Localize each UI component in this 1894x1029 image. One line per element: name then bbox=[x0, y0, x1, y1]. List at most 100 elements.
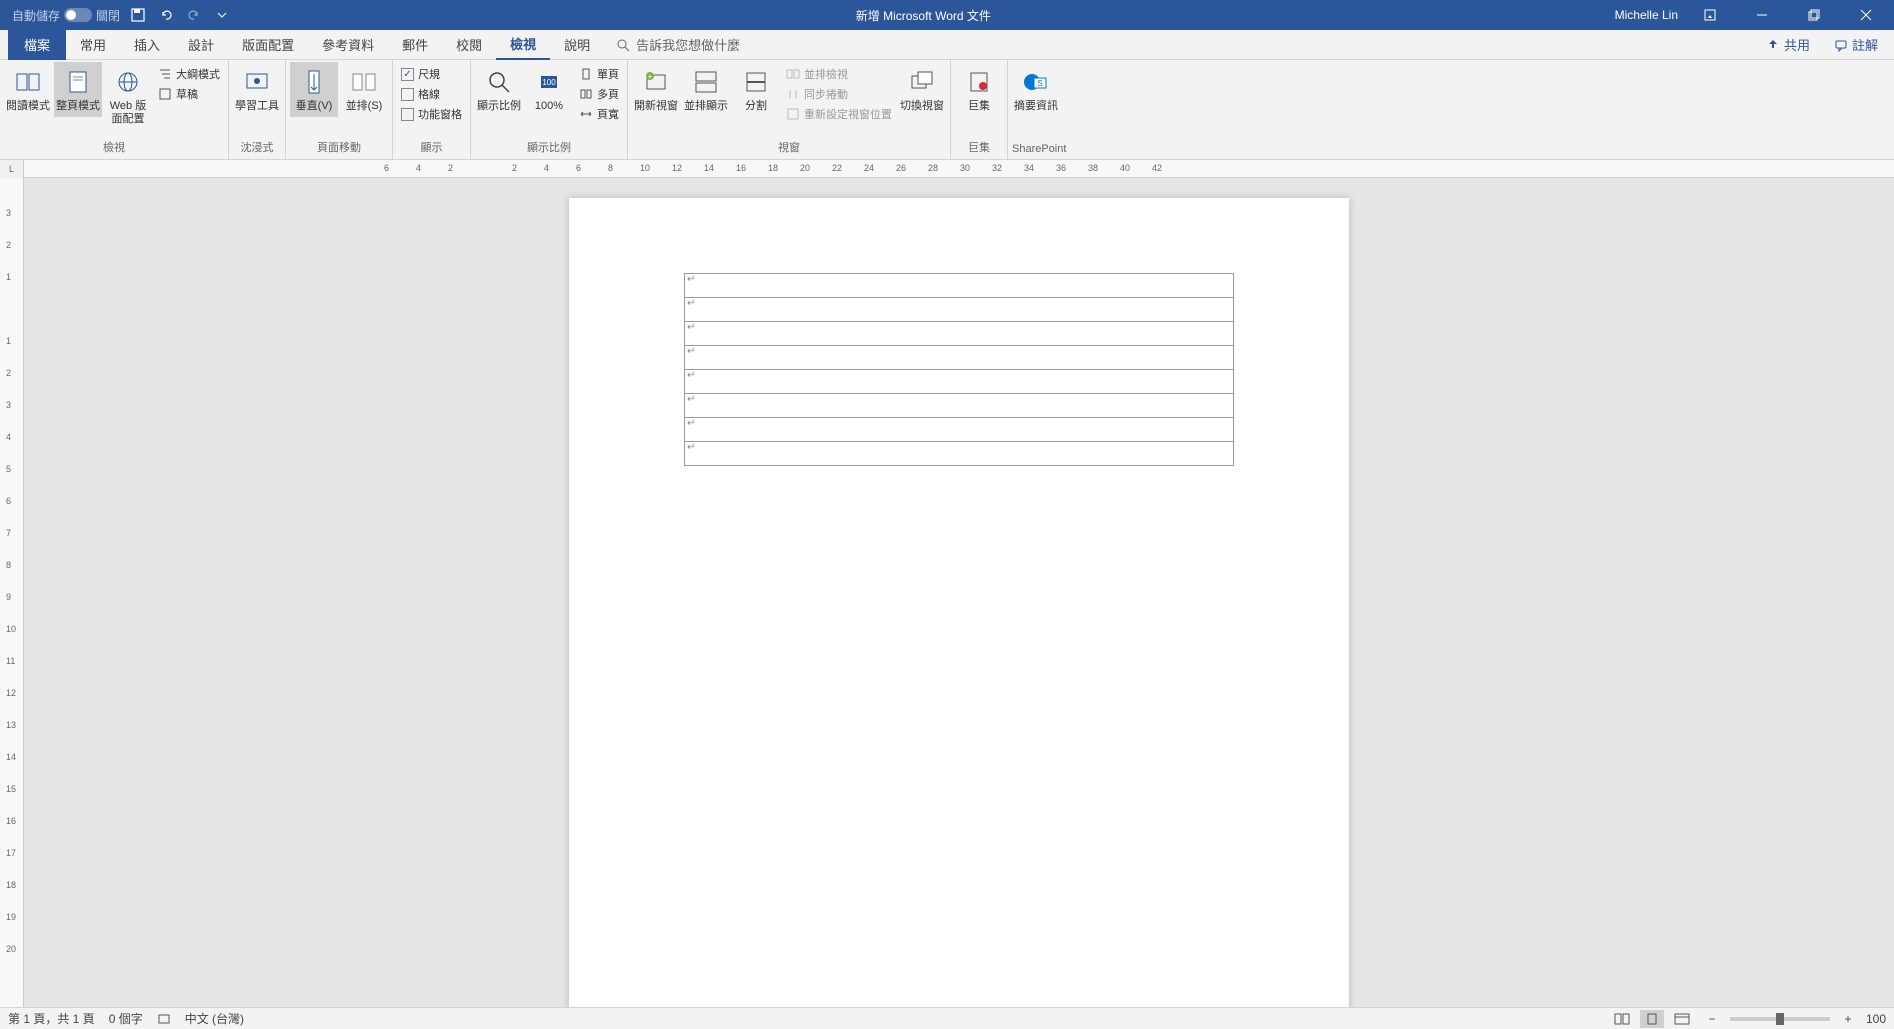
learning-tools-icon bbox=[241, 66, 273, 98]
ruler-tick: 36 bbox=[1056, 163, 1066, 173]
table-row[interactable]: ↵ bbox=[685, 274, 1234, 298]
arrange-all-button[interactable]: 並排顯示 bbox=[682, 62, 730, 117]
tab-help[interactable]: 說明 bbox=[550, 30, 604, 60]
multi-page-button[interactable]: 多頁 bbox=[579, 86, 619, 102]
ruler-corner[interactable]: L bbox=[0, 160, 24, 178]
document-table[interactable]: ↵↵↵↵↵↵↵↵ bbox=[684, 273, 1234, 466]
tab-review[interactable]: 校閱 bbox=[442, 30, 496, 60]
ribbon-options-icon[interactable] bbox=[1690, 0, 1730, 30]
redo-icon[interactable] bbox=[184, 5, 204, 25]
print-layout-view-button[interactable] bbox=[1640, 1010, 1664, 1028]
tab-references[interactable]: 參考資料 bbox=[308, 30, 388, 60]
table-row[interactable]: ↵ bbox=[685, 346, 1234, 370]
tab-layout[interactable]: 版面配置 bbox=[228, 30, 308, 60]
zoom-button[interactable]: 顯示比例 bbox=[475, 62, 523, 117]
read-mode-button[interactable]: 閱讀模式 bbox=[4, 62, 52, 117]
sync-scroll-button[interactable]: 同步捲動 bbox=[786, 86, 892, 102]
new-window-button[interactable]: + 開新視窗 bbox=[632, 62, 680, 117]
table-row[interactable]: ↵ bbox=[685, 418, 1234, 442]
print-layout-button[interactable]: 整頁模式 bbox=[54, 62, 102, 117]
table-row[interactable]: ↵ bbox=[685, 298, 1234, 322]
autosave-state: 關閉 bbox=[96, 7, 120, 24]
tab-mailings[interactable]: 郵件 bbox=[388, 30, 442, 60]
table-cell[interactable]: ↵ bbox=[685, 274, 1234, 298]
comment-icon bbox=[1834, 38, 1848, 52]
user-name[interactable]: Michelle Lin bbox=[1615, 8, 1678, 22]
zoom-thumb[interactable] bbox=[1776, 1013, 1784, 1025]
ruler-tick: 11 bbox=[6, 656, 15, 666]
ruler-checkbox[interactable]: 尺規 bbox=[401, 66, 462, 82]
ruler-horizontal[interactable]: L 64224681012141618202224262830323436384… bbox=[0, 160, 1894, 178]
checkbox-icon bbox=[401, 108, 414, 121]
group-page-movement: 垂直(V) 並排(S) 頁面移動 bbox=[286, 60, 393, 159]
qat-customize-icon[interactable] bbox=[212, 5, 232, 25]
properties-button[interactable]: S 摘要資訊 bbox=[1012, 62, 1060, 117]
tab-design[interactable]: 設計 bbox=[174, 30, 228, 60]
table-row[interactable]: ↵ bbox=[685, 322, 1234, 346]
ruler-tick: 8 bbox=[608, 163, 613, 173]
share-button[interactable]: 共用 bbox=[1758, 31, 1818, 58]
save-icon[interactable] bbox=[128, 5, 148, 25]
zoom-out-button[interactable]: − bbox=[1700, 1010, 1724, 1028]
table-row[interactable]: ↵ bbox=[685, 370, 1234, 394]
web-layout-view-button[interactable] bbox=[1670, 1010, 1694, 1028]
ruler-tick: 16 bbox=[736, 163, 746, 173]
tab-insert[interactable]: 插入 bbox=[120, 30, 174, 60]
gridlines-checkbox[interactable]: 格線 bbox=[401, 86, 462, 102]
document-canvas[interactable]: ↵↵↵↵↵↵↵↵ bbox=[24, 178, 1894, 1029]
undo-icon[interactable] bbox=[156, 5, 176, 25]
close-button[interactable] bbox=[1846, 0, 1886, 30]
page-count[interactable]: 第 1 頁，共 1 頁 bbox=[8, 1010, 95, 1027]
autosave-toggle[interactable]: 自動儲存 關閉 bbox=[12, 7, 120, 24]
side-by-side-button[interactable]: 並排檢視 bbox=[786, 66, 892, 82]
split-button[interactable]: 分割 bbox=[732, 62, 780, 117]
word-count[interactable]: 0 個字 bbox=[109, 1010, 143, 1027]
table-row[interactable]: ↵ bbox=[685, 394, 1234, 418]
minimize-button[interactable] bbox=[1742, 0, 1782, 30]
navigation-pane-checkbox[interactable]: 功能窗格 bbox=[401, 106, 462, 122]
web-layout-button[interactable]: Web 版面配置 bbox=[104, 62, 152, 130]
language-status[interactable]: 中文 (台灣) bbox=[185, 1010, 244, 1027]
hundred-percent-button[interactable]: 100 100% bbox=[525, 62, 573, 117]
vertical-button[interactable]: 垂直(V) bbox=[290, 62, 338, 117]
ruler-vertical[interactable]: 3211234567891011121314151617181920 bbox=[0, 178, 24, 1029]
one-page-button[interactable]: 單頁 bbox=[579, 66, 619, 82]
zoom-slider[interactable] bbox=[1730, 1017, 1830, 1021]
ruler-tick: 40 bbox=[1120, 163, 1130, 173]
spellcheck-icon[interactable] bbox=[157, 1012, 171, 1026]
zoom-in-button[interactable]: + bbox=[1836, 1010, 1860, 1028]
ruler-tick: 19 bbox=[6, 912, 16, 922]
tell-me-search[interactable]: 告訴我您想做什麼 bbox=[616, 35, 740, 54]
read-mode-view-button[interactable] bbox=[1610, 1010, 1634, 1028]
macros-button[interactable]: 巨集 bbox=[955, 62, 1003, 117]
one-page-icon bbox=[579, 67, 593, 81]
group-label-page-movement: 頁面移動 bbox=[290, 137, 388, 157]
maximize-button[interactable] bbox=[1794, 0, 1834, 30]
table-cell[interactable]: ↵ bbox=[685, 370, 1234, 394]
learning-tools-button[interactable]: 學習工具 bbox=[233, 62, 281, 117]
tab-view[interactable]: 檢視 bbox=[496, 30, 550, 60]
group-sharepoint: S 摘要資訊 SharePoint bbox=[1008, 60, 1070, 159]
reset-position-button[interactable]: 重新設定視窗位置 bbox=[786, 106, 892, 122]
table-cell[interactable]: ↵ bbox=[685, 418, 1234, 442]
tab-home[interactable]: 常用 bbox=[66, 30, 120, 60]
draft-button[interactable]: 草稿 bbox=[158, 86, 220, 102]
table-cell[interactable]: ↵ bbox=[685, 322, 1234, 346]
outline-button[interactable]: 大綱模式 bbox=[158, 66, 220, 82]
ruler-tick: 14 bbox=[6, 752, 16, 762]
tab-file[interactable]: 檔案 bbox=[8, 30, 66, 60]
table-cell[interactable]: ↵ bbox=[685, 346, 1234, 370]
table-cell[interactable]: ↵ bbox=[685, 298, 1234, 322]
table-row[interactable]: ↵ bbox=[685, 442, 1234, 466]
comments-button[interactable]: 註解 bbox=[1826, 31, 1886, 58]
page[interactable]: ↵↵↵↵↵↵↵↵ bbox=[569, 198, 1349, 1029]
hundred-icon: 100 bbox=[533, 66, 565, 98]
ruler-tick: 24 bbox=[864, 163, 874, 173]
side-to-side-button[interactable]: 並排(S) bbox=[340, 62, 388, 117]
table-cell[interactable]: ↵ bbox=[685, 394, 1234, 418]
macros-icon bbox=[963, 66, 995, 98]
switch-windows-button[interactable]: 切換視窗 bbox=[898, 62, 946, 117]
page-width-button[interactable]: 頁寬 bbox=[579, 106, 619, 122]
zoom-level[interactable]: 100 bbox=[1866, 1012, 1886, 1026]
table-cell[interactable]: ↵ bbox=[685, 442, 1234, 466]
